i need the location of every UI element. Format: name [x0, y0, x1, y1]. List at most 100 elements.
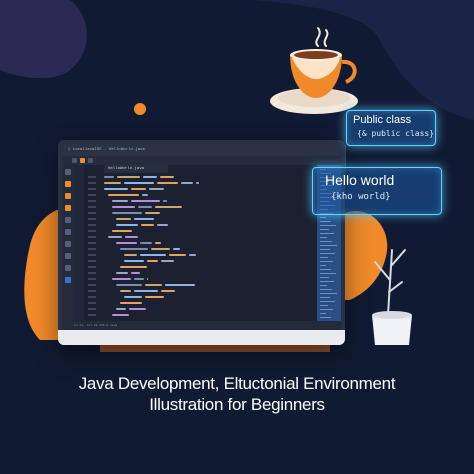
- debug-icon[interactable]: [88, 158, 93, 163]
- ide-title-bar: ▯ LocalJavaIDE - HelloWorld.java: [62, 144, 341, 156]
- code-token: [145, 212, 160, 214]
- minimap-line: [320, 293, 337, 294]
- code-token: [116, 272, 128, 274]
- activity-bar: [62, 165, 74, 321]
- minimap-line: [320, 237, 327, 238]
- code-token: [155, 206, 182, 208]
- minimap-line: [320, 249, 330, 250]
- code-token: [116, 218, 131, 220]
- explorer-icon[interactable]: [65, 169, 71, 175]
- code-area[interactable]: [104, 174, 317, 321]
- orange-dot: [134, 103, 146, 115]
- code-token: [131, 272, 140, 274]
- code-token: [157, 224, 168, 226]
- minimap-line: [320, 317, 331, 318]
- line-number: [88, 206, 96, 208]
- java-logo-icon[interactable]: [65, 181, 71, 187]
- hello-world-panel: Hello world {kho world}: [312, 167, 442, 215]
- minimap-line: [320, 301, 335, 302]
- code-token: [124, 182, 154, 184]
- line-number: [88, 314, 96, 316]
- minimap-line: [320, 285, 327, 286]
- code-token: [129, 308, 146, 310]
- code-token: [112, 200, 128, 202]
- minimap-line: [320, 297, 330, 298]
- run-icon[interactable]: [80, 158, 85, 163]
- minimap-line: [320, 233, 334, 234]
- code-token: [120, 302, 142, 304]
- code-token: [142, 194, 148, 196]
- code-token: [112, 278, 131, 280]
- line-number: [88, 272, 96, 274]
- git-icon[interactable]: [65, 205, 71, 211]
- code-token: [138, 206, 152, 208]
- code-token: [112, 206, 135, 208]
- coffee-cup-icon: [290, 27, 357, 98]
- status-bar: Ln 14, Col 22 UTF-8 Java: [62, 321, 341, 330]
- minimap-line: [320, 257, 328, 258]
- plant-pot-icon: [372, 249, 412, 345]
- search-icon[interactable]: [65, 193, 71, 199]
- line-number: [88, 308, 96, 310]
- line-number: [88, 236, 96, 238]
- monitor: ▯ LocalJavaIDE - HelloWorld.java HelloWo…: [58, 140, 345, 345]
- code-token: [165, 284, 195, 286]
- minimap-line: [320, 305, 328, 306]
- line-number: [88, 290, 96, 292]
- code-token: [125, 236, 138, 238]
- line-number: [88, 248, 96, 250]
- file-icon[interactable]: [72, 158, 77, 163]
- line-number: [88, 182, 96, 184]
- test-icon[interactable]: [65, 241, 71, 247]
- code-token: [173, 248, 180, 250]
- code-token: [161, 290, 175, 292]
- code-token: [145, 296, 164, 298]
- minimap-line: [320, 281, 334, 282]
- line-number: [88, 200, 96, 202]
- monitor-chin: [58, 330, 345, 345]
- minimap-line: [320, 289, 332, 290]
- line-number: [88, 212, 96, 214]
- code-token: [117, 176, 140, 178]
- code-token: [151, 248, 170, 250]
- code-token: [112, 230, 132, 232]
- code-token: [196, 182, 199, 184]
- settings-icon[interactable]: [65, 265, 71, 271]
- minimap-line: [320, 277, 329, 278]
- code-token: [181, 182, 193, 184]
- code-token: [155, 242, 161, 244]
- extensions-icon[interactable]: [65, 229, 71, 235]
- code-token: [143, 176, 157, 178]
- line-number: [88, 254, 96, 256]
- line-number: [88, 176, 96, 178]
- code-token: [169, 254, 186, 256]
- minimap-line: [320, 229, 329, 230]
- code-token: [124, 254, 137, 256]
- debug-sidebar-icon[interactable]: [65, 217, 71, 223]
- public-class-panel: Public class {& public class}: [346, 110, 436, 146]
- code-token: [104, 182, 121, 184]
- purple-blob: [0, 0, 87, 79]
- code-token: [116, 284, 142, 286]
- code-editor[interactable]: HelloWorld.java: [84, 165, 317, 321]
- line-number: [88, 260, 96, 262]
- code-token: [116, 224, 138, 226]
- code-token: [112, 212, 142, 214]
- line-number: [88, 218, 96, 220]
- code-token: [116, 308, 126, 310]
- code-token: [116, 242, 137, 244]
- terminal-icon[interactable]: [65, 253, 71, 259]
- code-token: [120, 266, 147, 268]
- code-token: [140, 254, 166, 256]
- code-token: [134, 218, 154, 220]
- minimap-line: [320, 241, 332, 242]
- code-token: [131, 200, 160, 202]
- line-number: [88, 302, 96, 304]
- public-class-title: Public class: [353, 114, 412, 126]
- code-token: [147, 260, 158, 262]
- line-number: [88, 224, 96, 226]
- tab-helloworld[interactable]: HelloWorld.java: [104, 165, 168, 173]
- minimap-line: [320, 313, 326, 314]
- minimap-line: [320, 273, 336, 274]
- account-icon[interactable]: [65, 277, 71, 283]
